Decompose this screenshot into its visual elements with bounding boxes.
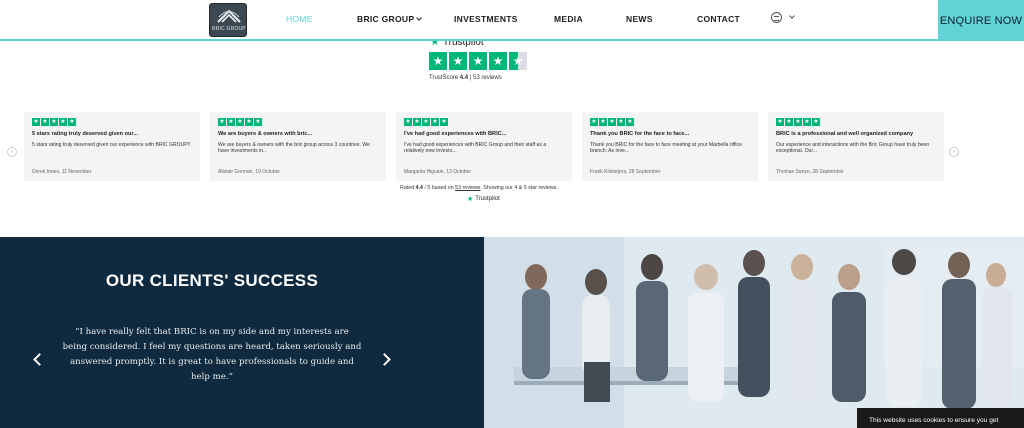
carousel-next-button[interactable]: ›	[949, 147, 959, 157]
nav-investments[interactable]: INVESTMENTS	[454, 14, 518, 24]
testimonial-quote: “I have really felt that BRIC is on my s…	[62, 327, 362, 382]
review-author: Margarita Higuain, 13 October	[404, 169, 471, 175]
star-icon: ★	[449, 52, 467, 70]
nav-bric-group[interactable]: BRIC GROUP	[357, 14, 423, 24]
review-author: Thomas Sanyo, 28 September	[776, 169, 844, 175]
star-icon: ★	[59, 118, 67, 126]
star-icon: ★	[440, 118, 448, 126]
star-icon: ★	[489, 52, 507, 70]
review-card[interactable]: ★ ★ ★ ★ ★ I've had good experiences with BRI…	[396, 112, 572, 181]
rated-mid: / 5 based on	[424, 185, 454, 191]
chevron-down-icon	[416, 15, 423, 21]
rated-reviews-link[interactable]: 53 reviews	[455, 185, 480, 191]
review-author: Derek Innes, 11 November	[32, 169, 92, 175]
review-stars: ★ ★ ★ ★ ★	[218, 118, 378, 126]
nav-media[interactable]: MEDIA	[554, 14, 583, 24]
star-icon: ★	[617, 118, 625, 126]
star-icon: ★	[431, 118, 439, 126]
review-body: Thank you BRIC for the face to face meet…	[590, 142, 742, 155]
star-icon: ★	[785, 118, 793, 126]
star-icon: ★	[803, 118, 811, 126]
review-title: I've had good experiences with BRIC...	[404, 131, 507, 137]
trustscore-reviews[interactable]: 53 reviews	[473, 75, 502, 81]
review-body: I've had good experiences with BRIC Grou…	[404, 142, 547, 155]
star-icon: ★	[41, 118, 49, 126]
review-title: BRIC is a professional and well organize…	[776, 131, 914, 137]
rated-prefix: Rated	[400, 185, 415, 191]
cookie-banner: This website uses cookies to ensure you …	[857, 408, 1024, 428]
enquire-now-button[interactable]: ENQUIRE NOW	[938, 0, 1024, 41]
star-icon: ★	[469, 52, 487, 70]
review-body: 5 stars rating truly deserved given our …	[32, 142, 191, 148]
star-icon: ★	[413, 118, 421, 126]
star-icon: ★	[254, 118, 262, 126]
team-photo-illustration	[484, 237, 1024, 428]
star-icon: ★	[794, 118, 802, 126]
star-icon: ★	[776, 118, 784, 126]
review-author: Frank Klisterjers, 28 September	[590, 169, 661, 175]
reviews-carousel: ‹ ★ ★ ★ ★ ★ 5 stars rating truly deserved gi…	[0, 112, 1024, 184]
star-icon: ★	[236, 118, 244, 126]
trustpilot-footer-brand: Trustpilot	[475, 196, 500, 202]
review-stars: ★ ★ ★ ★ ★	[590, 118, 750, 126]
star-icon: ★	[422, 118, 430, 126]
section-title: OUR CLIENTS' SUCCESS	[105, 271, 319, 290]
review-title: Thank you BRIC for the face to face...	[590, 131, 690, 137]
rated-value: 4.4	[415, 185, 423, 191]
review-card[interactable]: ★ ★ ★ ★ ★ We are buyers & owners with bric..…	[210, 112, 386, 181]
trustpilot-star-icon: ★	[467, 196, 474, 203]
nav-bric-group-label: BRIC GROUP	[357, 14, 415, 24]
review-title: We are buyers & owners with bric...	[218, 131, 313, 137]
star-icon: ★	[599, 118, 607, 126]
nav-contact[interactable]: CONTACT	[697, 14, 740, 24]
review-stars: ★ ★ ★ ★ ★	[776, 118, 936, 126]
nav-home[interactable]: HOME	[286, 14, 313, 24]
review-author: Alistair Gorman, 19 October	[218, 169, 280, 175]
nav-news[interactable]: NEWS	[626, 14, 653, 24]
logo[interactable]: BRIC GROUP	[209, 3, 247, 37]
page: BRIC GROUP HOME BRIC GROUP INVESTMENTS M…	[0, 0, 1024, 428]
review-title: 5 stars rating truly deserved given our.…	[32, 131, 139, 137]
star-icon: ★	[404, 118, 412, 126]
star-icon: ★	[218, 118, 226, 126]
review-card[interactable]: ★ ★ ★ ★ ★ Thank you BRIC for the face to fac…	[582, 112, 758, 181]
review-stars: ★ ★ ★ ★ ★	[32, 118, 192, 126]
half-star-icon: ★	[509, 52, 527, 70]
clients-success-section: OUR CLIENTS' SUCCESS “I have really felt…	[0, 237, 484, 428]
star-icon: ★	[50, 118, 58, 126]
trustscore-label: TrustScore	[429, 75, 459, 81]
review-body: We are buyers & owners with the bric gro…	[218, 142, 370, 155]
star-icon: ★	[590, 118, 598, 126]
site-header: BRIC GROUP HOME BRIC GROUP INVESTMENTS M…	[0, 0, 1024, 41]
trustscore-value: 4.4	[459, 75, 469, 81]
star-icon: ★	[245, 118, 253, 126]
logo-text: BRIC GROUP	[212, 26, 246, 32]
review-card[interactable]: ★ ★ ★ ★ ★ 5 stars rating truly deserved give…	[24, 112, 200, 181]
logo-mark-icon	[217, 9, 241, 23]
review-stars: ★ ★ ★ ★ ★	[404, 118, 564, 126]
trustpilot-footer-logo[interactable]: ★ Trustpilot	[467, 195, 500, 203]
trustpilot-rating-stars: ★ ★ ★ ★ ★	[429, 52, 527, 70]
star-icon: ★	[608, 118, 616, 126]
star-icon: ★	[32, 118, 40, 126]
trustscore-line: TrustScore 4.4 | 53 reviews	[429, 75, 502, 81]
language-chevron-down-icon[interactable]	[789, 13, 795, 19]
star-icon: ★	[227, 118, 235, 126]
star-icon: ★	[812, 118, 820, 126]
review-body: Our experience and interactions with the…	[776, 142, 930, 155]
team-photo	[484, 237, 1024, 428]
rating-summary: Rated 4.4 / 5 based on 53 reviews. Showi…	[400, 185, 558, 191]
star-icon: ★	[626, 118, 634, 126]
testimonial-prev-arrow-icon[interactable]	[33, 353, 46, 366]
translate-icon[interactable]	[771, 12, 782, 23]
star-icon: ★	[68, 118, 76, 126]
rated-suffix: . Showing our 4 & 5 star reviews.	[480, 185, 558, 191]
trustscore-separator: |	[469, 75, 472, 81]
review-card[interactable]: ★ ★ ★ ★ ★ BRIC is a professional and well or…	[768, 112, 944, 181]
testimonial-next-arrow-icon[interactable]	[378, 353, 391, 366]
star-icon: ★	[429, 52, 447, 70]
carousel-prev-button[interactable]: ‹	[7, 147, 17, 157]
